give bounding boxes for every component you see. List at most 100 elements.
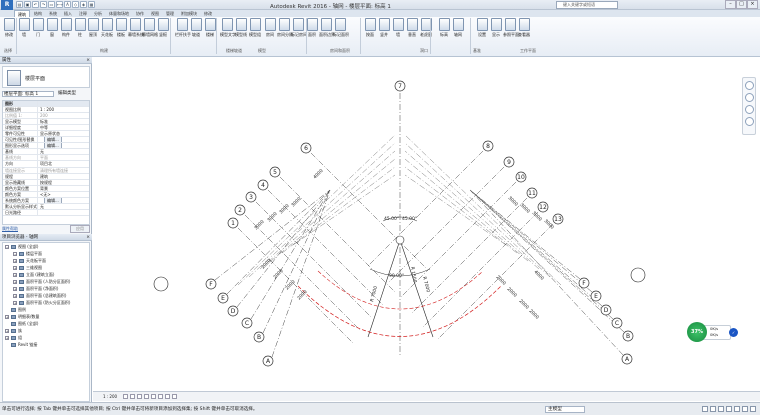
property-value[interactable]: 1 : 200 xyxy=(38,107,89,112)
property-value[interactable]: 平面 xyxy=(38,155,89,160)
tab-4[interactable]: 注释 xyxy=(76,10,90,17)
tab-0[interactable]: 建筑 xyxy=(14,10,30,17)
expand-icon[interactable]: + xyxy=(13,258,17,263)
ribbon-tool-22[interactable]: 面积边界 xyxy=(319,18,335,37)
ribbon-tool-4[interactable]: 构件 xyxy=(59,18,73,37)
browser-item[interactable]: + 天花板平面 xyxy=(3,257,89,264)
worksets-icon[interactable] xyxy=(702,406,708,412)
property-value[interactable]: 编辑... xyxy=(38,197,89,203)
ribbon-tool-23[interactable]: 标记面积 xyxy=(333,18,349,37)
edit-button[interactable]: 编辑... xyxy=(44,143,62,149)
accelerate-icon[interactable]: ✓ xyxy=(729,328,738,337)
property-value[interactable]: 中等 xyxy=(38,125,89,130)
browser-item[interactable]: − 视图 (全部) xyxy=(3,243,89,250)
close-icon[interactable]: × xyxy=(86,234,90,241)
maximize-icon[interactable]: □ xyxy=(736,0,747,9)
property-value[interactable]: 清理所有墙连接 xyxy=(38,168,89,173)
ribbon-tool-12[interactable]: 栏杆扶手 xyxy=(175,18,191,37)
ribbon-tool-11[interactable]: 竖梃 xyxy=(156,18,170,37)
browser-item[interactable]: + 面积平面 (人防分区面积) xyxy=(3,278,89,285)
ribbon-tool-2[interactable]: 门 xyxy=(31,18,45,37)
browser-item[interactable]: + 族 xyxy=(3,327,89,334)
property-value[interactable]: 编辑... xyxy=(38,143,89,149)
save-icon[interactable]: ▣ xyxy=(24,1,31,8)
tab-11[interactable]: 修改 xyxy=(201,10,215,17)
browser-item[interactable]: + 三维视图 xyxy=(3,264,89,271)
pan-icon[interactable] xyxy=(744,105,754,114)
filter-icon[interactable] xyxy=(750,406,756,412)
property-row[interactable]: 日光路径 xyxy=(3,209,89,216)
tab-6[interactable]: 体量和场地 xyxy=(106,10,132,17)
ribbon-tool-6[interactable]: 屋顶 xyxy=(86,18,100,37)
select-pinned-icon[interactable] xyxy=(734,406,740,412)
property-value[interactable]: 无 xyxy=(38,204,89,209)
measure-icon[interactable]: ⟷ xyxy=(56,1,63,8)
property-value[interactable]: 建筑 xyxy=(38,174,89,179)
drawing-canvas[interactable]: 7 1 2 3 4 5 6 8 9 10 11 12 13 F E D C B A F E D C B A 3000 3000 300… xyxy=(93,57,760,391)
section-icon[interactable]: ◈ xyxy=(80,1,87,8)
tab-2[interactable]: 系统 xyxy=(46,10,60,17)
browser-item[interactable]: + 面积平面 (净面积) xyxy=(3,285,89,292)
ribbon-tool-19[interactable]: 房间分隔 xyxy=(277,18,293,37)
app-menu-button[interactable]: R xyxy=(1,0,13,10)
property-value[interactable] xyxy=(38,101,89,106)
ribbon-tool-18[interactable]: 房间 xyxy=(263,18,277,37)
open-icon[interactable]: ▤ xyxy=(16,1,23,8)
edit-button[interactable]: 编辑... xyxy=(44,197,62,203)
ribbon-tool-21[interactable]: 面积 xyxy=(305,18,319,37)
property-value[interactable]: 编辑... xyxy=(38,137,89,143)
edit-type-button[interactable]: 编辑类型 xyxy=(58,90,76,98)
minimize-icon[interactable]: – xyxy=(725,0,736,9)
browser-item[interactable]: + 面积平面 (总建筑面积) xyxy=(3,292,89,299)
close-hidden-icon[interactable]: ▦ xyxy=(88,1,95,8)
expand-icon[interactable]: + xyxy=(5,314,9,319)
select-underlay-icon[interactable] xyxy=(726,406,732,412)
sun-path-icon[interactable] xyxy=(137,394,142,399)
browser-item[interactable]: + 组 xyxy=(3,334,89,341)
close-icon[interactable]: × xyxy=(86,57,90,64)
orbit-icon[interactable] xyxy=(744,117,754,126)
property-value[interactable]: 标准 xyxy=(38,119,89,124)
ribbon-tool-24[interactable]: 按面 xyxy=(363,18,377,37)
shadows-icon[interactable] xyxy=(144,394,149,399)
ribbon-tool-16[interactable]: 模型线 xyxy=(234,18,248,37)
crop-icon[interactable] xyxy=(151,394,156,399)
zoom-icon[interactable] xyxy=(744,93,754,102)
select-links-icon[interactable] xyxy=(718,406,724,412)
visual-style-icon[interactable] xyxy=(130,394,135,399)
expand-icon[interactable]: − xyxy=(5,244,9,249)
crop-show-icon[interactable] xyxy=(158,394,163,399)
model-selector[interactable]: 主模型 xyxy=(545,406,585,413)
tab-9[interactable]: 管理 xyxy=(163,10,177,17)
undo-icon[interactable]: ↶ xyxy=(32,1,39,8)
ribbon-tool-5[interactable]: 柱 xyxy=(73,18,87,37)
property-value[interactable]: 背景 xyxy=(38,186,89,191)
expand-icon[interactable]: + xyxy=(13,293,17,298)
browser-item[interactable]: Revit 链接 xyxy=(3,341,89,348)
expand-icon[interactable]: + xyxy=(13,300,17,305)
ribbon-tool-30[interactable]: 轴网 xyxy=(451,18,465,37)
ribbon-tool-3[interactable]: 窗 xyxy=(45,18,59,37)
browser-item[interactable]: + 立面 (建筑立面) xyxy=(3,271,89,278)
ribbon-tool-13[interactable]: 坡道 xyxy=(189,18,203,37)
redo-icon[interactable]: ↷ xyxy=(40,1,47,8)
ribbon-tool-9[interactable]: 幕墙系统 xyxy=(128,18,144,37)
expand-icon[interactable]: + xyxy=(13,279,17,284)
property-value[interactable]: 200 xyxy=(38,113,89,118)
view-scale[interactable]: 1 : 200 xyxy=(103,392,117,402)
expand-icon[interactable]: + xyxy=(5,328,9,333)
tab-1[interactable]: 结构 xyxy=(31,10,45,17)
ribbon-tool-8[interactable]: 楼板 xyxy=(114,18,128,37)
tab-8[interactable]: 视图 xyxy=(148,10,162,17)
ribbon-tool-14[interactable]: 楼梯 xyxy=(203,18,217,37)
tab-5[interactable]: 分析 xyxy=(91,10,105,17)
close-icon[interactable]: × xyxy=(747,0,758,9)
property-value[interactable]: 显示原状态 xyxy=(38,131,89,136)
reveal-hidden-icon[interactable] xyxy=(172,394,177,399)
property-value[interactable]: 项目北 xyxy=(38,161,89,166)
view-selector[interactable]: 楼层平面: 标高 1 xyxy=(2,91,54,97)
expand-icon[interactable]: − xyxy=(13,251,17,256)
ribbon-tool-17[interactable]: 模型组 xyxy=(248,18,262,37)
ribbon-tool-25[interactable]: 竖井 xyxy=(377,18,391,37)
browser-item[interactable]: 图纸 (全部) xyxy=(3,320,89,327)
